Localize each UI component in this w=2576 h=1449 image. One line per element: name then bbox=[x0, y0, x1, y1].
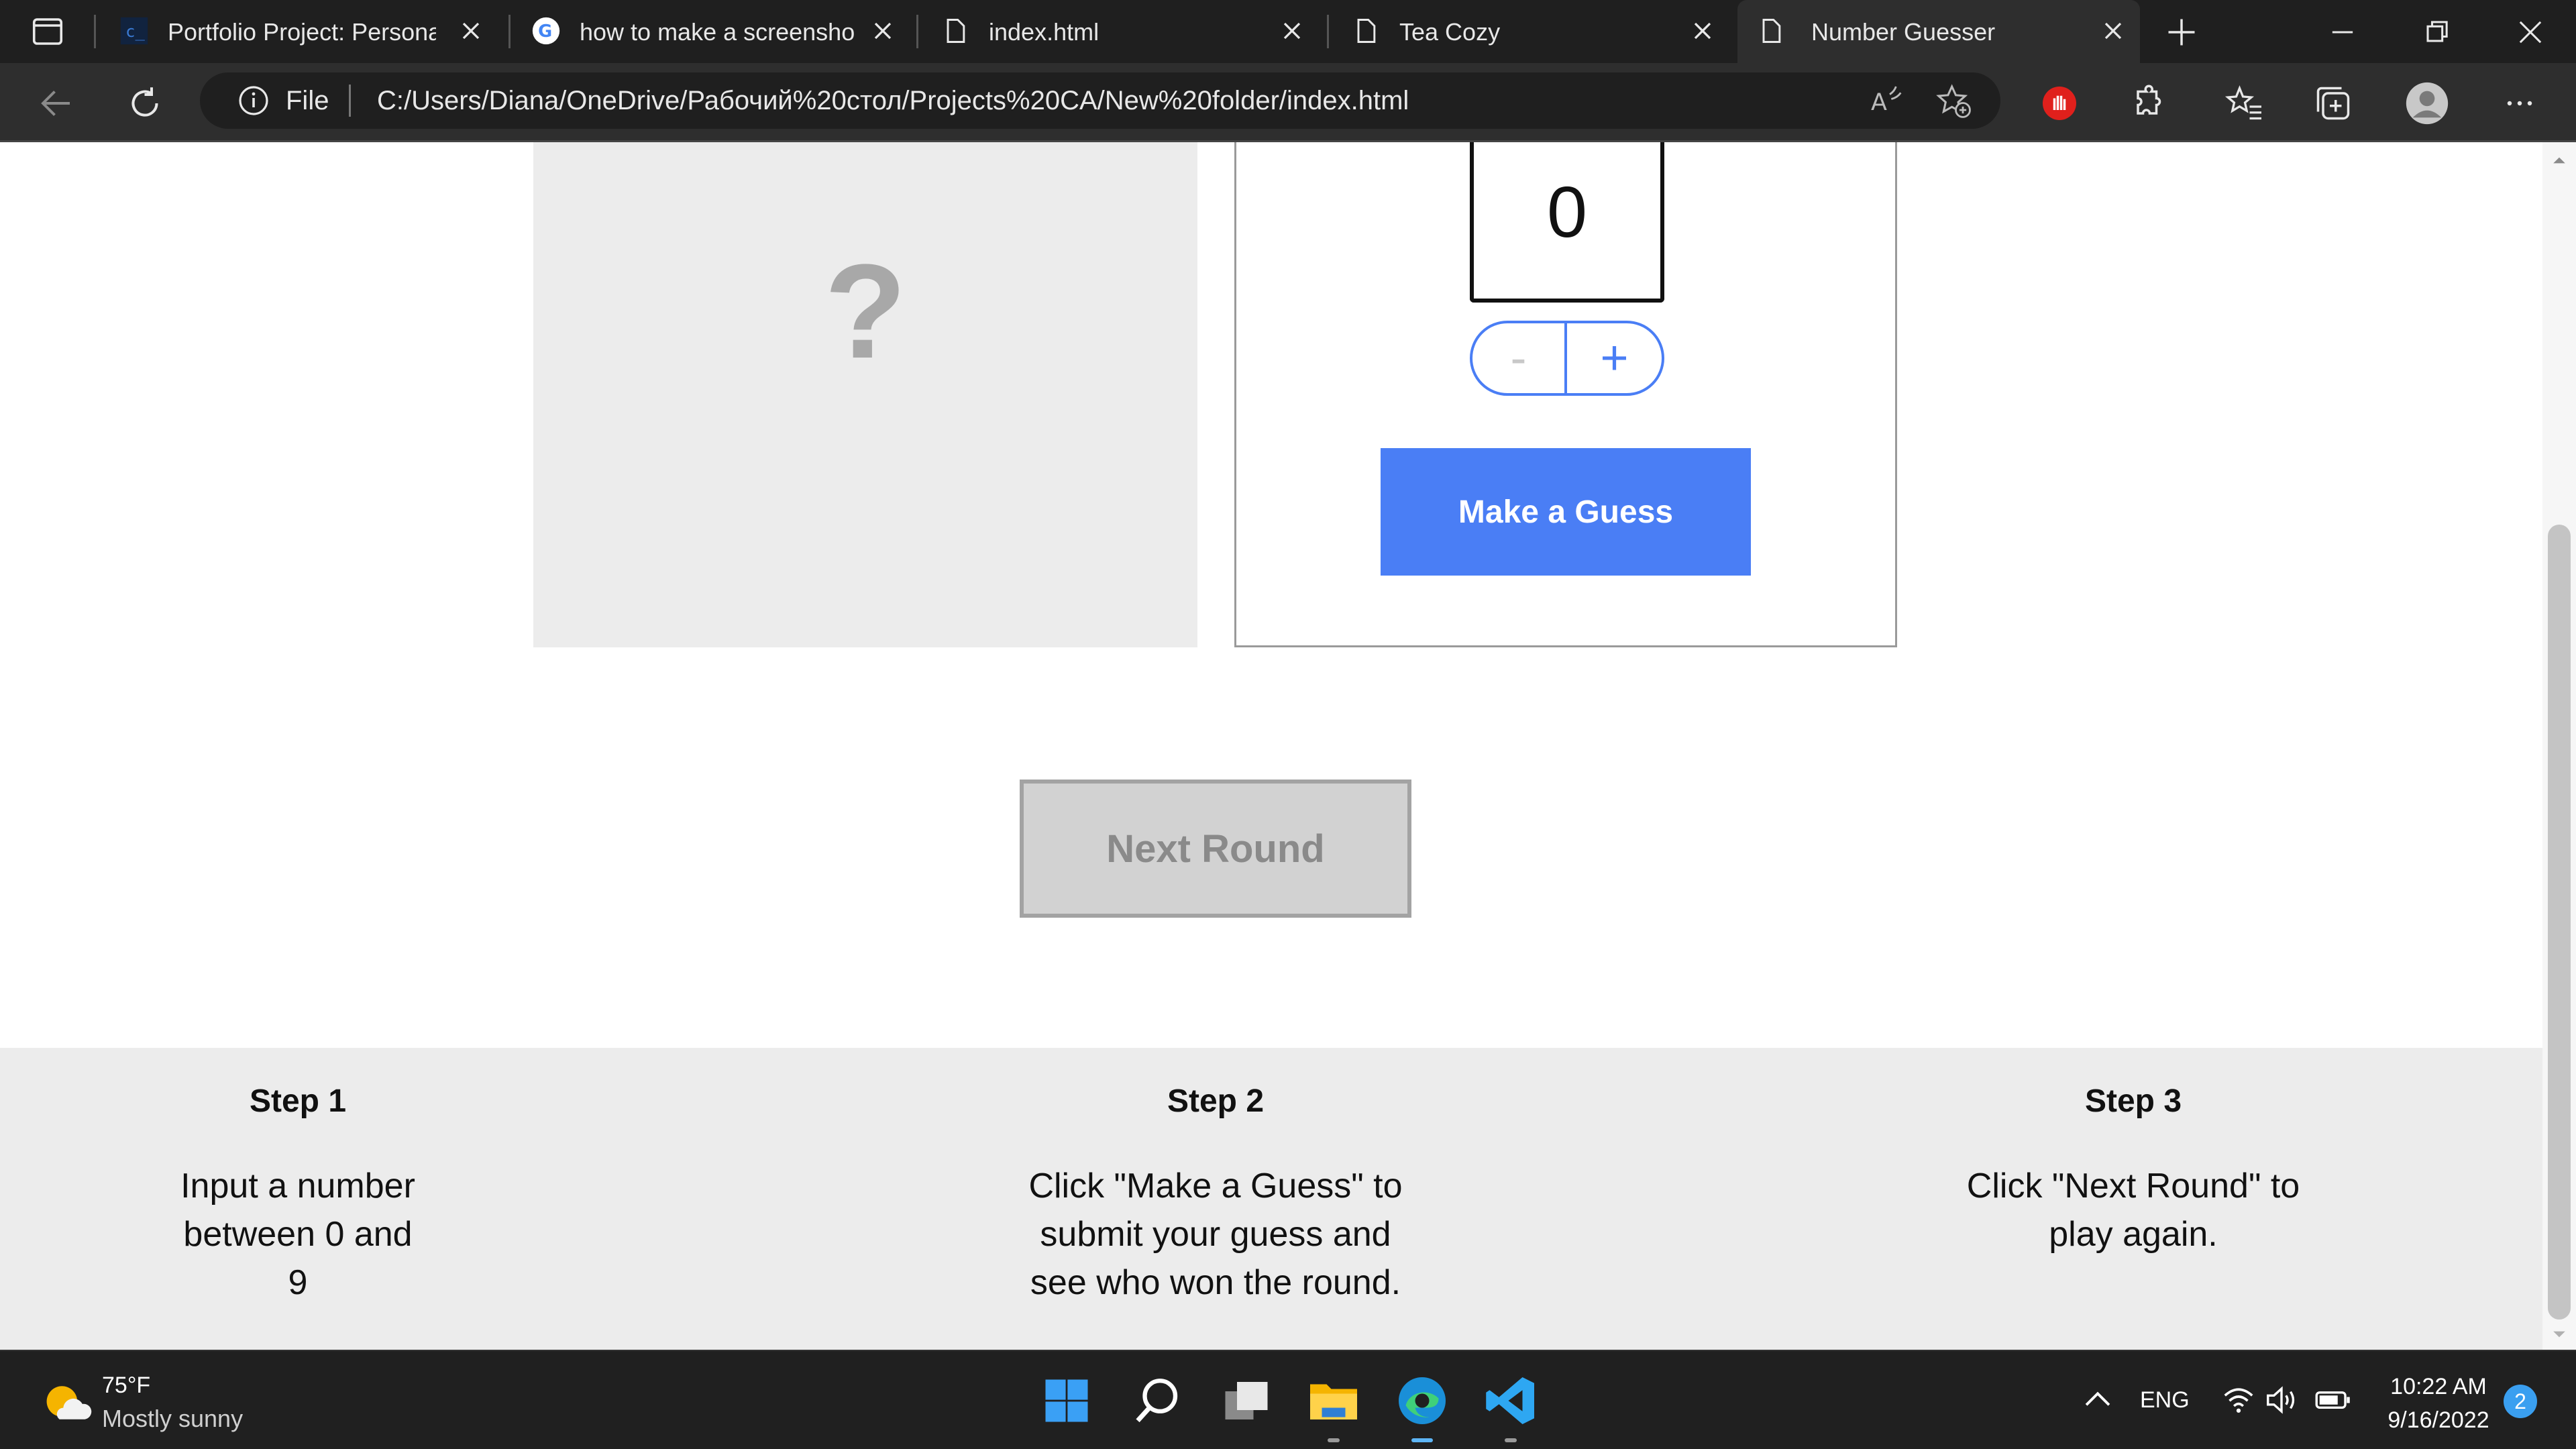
tab-title: Portfolio Project: Personal bbox=[168, 18, 436, 46]
vscode-icon[interactable] bbox=[1483, 1373, 1539, 1429]
svg-text:G: G bbox=[538, 21, 552, 42]
url-text[interactable]: C:/Users/Diana/OneDrive/Рабочий%20стол/P… bbox=[377, 86, 1409, 116]
adblock-extension-icon[interactable] bbox=[2039, 83, 2080, 123]
close-tab-icon[interactable] bbox=[2098, 16, 2128, 46]
human-guess-input[interactable]: 0 bbox=[1470, 142, 1664, 303]
svg-text:c_: c_ bbox=[125, 22, 145, 41]
step-title: Step 3 bbox=[2084, 1083, 2182, 1119]
read-aloud-icon[interactable]: A bbox=[1866, 82, 1904, 119]
human-guess-panel: 0 - + Make a Guess bbox=[1234, 142, 1897, 647]
clock-time: 10:22 AM bbox=[2390, 1374, 2487, 1399]
page-scrollbar[interactable] bbox=[2542, 142, 2576, 1350]
extensions-icon[interactable] bbox=[2128, 83, 2168, 123]
clock-date: 9/16/2022 bbox=[2387, 1407, 2489, 1433]
page-icon bbox=[947, 19, 965, 43]
add-button[interactable]: + bbox=[1567, 323, 1662, 393]
weather-temperature: 75°F bbox=[102, 1373, 151, 1398]
divider bbox=[349, 85, 351, 117]
scrollbar-thumb[interactable] bbox=[2548, 525, 2571, 1320]
scroll-down-icon[interactable] bbox=[2552, 1327, 2567, 1342]
tab-screenshot-search[interactable]: G how to make a screenshot bbox=[513, 0, 915, 63]
back-icon[interactable] bbox=[36, 83, 76, 123]
windows-start-icon[interactable] bbox=[1038, 1373, 1095, 1429]
notification-badge[interactable]: 2 bbox=[2504, 1385, 2537, 1418]
codecademy-icon: c_ bbox=[120, 17, 148, 45]
computer-guess: ? bbox=[824, 237, 907, 386]
task-view-icon[interactable] bbox=[1218, 1373, 1275, 1429]
browser-toolbar: File C:/Users/Diana/OneDrive/Рабочий%20с… bbox=[0, 63, 2576, 142]
page-icon bbox=[1762, 19, 1781, 43]
google-icon: G bbox=[532, 17, 560, 45]
svg-text:A: A bbox=[1871, 89, 1887, 116]
close-tab-icon[interactable] bbox=[868, 16, 898, 46]
tab-index-html[interactable]: index.html bbox=[922, 0, 1324, 63]
favorites-icon[interactable] bbox=[2224, 83, 2265, 123]
add-favorite-icon[interactable] bbox=[1935, 82, 1972, 119]
taskbar: 75°F Mostly sunny ENG 10:22 AM 9/16/2022… bbox=[0, 1350, 2576, 1449]
weather-condition: Mostly sunny bbox=[102, 1405, 244, 1432]
partly-sunny-icon[interactable] bbox=[42, 1381, 93, 1425]
tab-title: index.html bbox=[989, 18, 1099, 46]
step-text: Click "Next Round" to play again. bbox=[1966, 1167, 2300, 1254]
more-menu-icon[interactable] bbox=[2500, 83, 2540, 123]
tab-tea-cozy[interactable]: Tea Cozy bbox=[1332, 0, 1735, 63]
language-indicator[interactable]: ENG bbox=[2140, 1387, 2190, 1413]
make-guess-button[interactable]: Make a Guess bbox=[1381, 448, 1751, 576]
volume-icon[interactable] bbox=[2263, 1382, 2300, 1418]
battery-icon[interactable] bbox=[2313, 1382, 2353, 1418]
step-title: Step 1 bbox=[249, 1083, 347, 1119]
running-indicator bbox=[1328, 1438, 1340, 1442]
wifi-icon[interactable] bbox=[2220, 1382, 2257, 1418]
close-tab-icon[interactable] bbox=[1277, 16, 1307, 46]
page-icon bbox=[1357, 19, 1376, 43]
step-text: Click "Make a Guess" to submit your gues… bbox=[1028, 1167, 1403, 1302]
page-viewport: ? 0 - + Make a Guess Next Round Step 1 I… bbox=[0, 142, 2542, 1350]
file-explorer-icon[interactable] bbox=[1305, 1373, 1362, 1429]
info-icon[interactable] bbox=[237, 85, 270, 117]
tab-title: how to make a screenshot bbox=[580, 18, 855, 46]
tab-number-guesser[interactable]: Number Guesser bbox=[1737, 0, 2140, 63]
restore-icon[interactable] bbox=[2419, 15, 2454, 50]
tab-title: Tea Cozy bbox=[1399, 18, 1501, 46]
collections-icon[interactable] bbox=[2313, 83, 2353, 123]
scheme-label: File bbox=[286, 86, 329, 115]
tab-actions-icon[interactable] bbox=[30, 13, 66, 50]
running-indicator bbox=[1505, 1438, 1517, 1442]
step-title: Step 2 bbox=[1167, 1083, 1265, 1119]
tab-title: Number Guesser bbox=[1811, 18, 1996, 46]
computer-guess-panel: ? bbox=[533, 142, 1197, 647]
instructions-section: Step 1 Input a number between 0 and 9 St… bbox=[0, 1048, 2542, 1350]
chevron-up-icon[interactable] bbox=[2078, 1381, 2117, 1419]
profile-avatar-icon[interactable] bbox=[2404, 80, 2450, 126]
close-tab-icon[interactable] bbox=[1688, 16, 1717, 46]
human-guess-value: 0 bbox=[1546, 171, 1588, 252]
next-round-button[interactable]: Next Round bbox=[1020, 780, 1411, 918]
tab-portfolio-project[interactable]: c_ Portfolio Project: Personal bbox=[101, 0, 503, 63]
close-window-icon[interactable] bbox=[2513, 15, 2548, 50]
tab-strip: c_ Portfolio Project: Personal G how to … bbox=[0, 0, 2576, 63]
active-indicator bbox=[1411, 1438, 1433, 1442]
system-clock[interactable]: 10:22 AM 9/16/2022 bbox=[2381, 1370, 2496, 1437]
edge-browser-icon[interactable] bbox=[1394, 1373, 1450, 1429]
number-stepper: - + bbox=[1470, 321, 1664, 396]
close-tab-icon[interactable] bbox=[456, 16, 486, 46]
minimize-icon[interactable] bbox=[2325, 15, 2360, 50]
refresh-icon[interactable] bbox=[125, 83, 165, 123]
scroll-up-icon[interactable] bbox=[2552, 153, 2567, 168]
step-text: Input a number between 0 and 9 bbox=[180, 1167, 415, 1302]
address-bar[interactable]: File C:/Users/Diana/OneDrive/Рабочий%20с… bbox=[200, 72, 2000, 129]
new-tab-icon[interactable] bbox=[2164, 15, 2199, 50]
search-icon[interactable] bbox=[1128, 1373, 1185, 1429]
subtract-button[interactable]: - bbox=[1472, 323, 1567, 393]
